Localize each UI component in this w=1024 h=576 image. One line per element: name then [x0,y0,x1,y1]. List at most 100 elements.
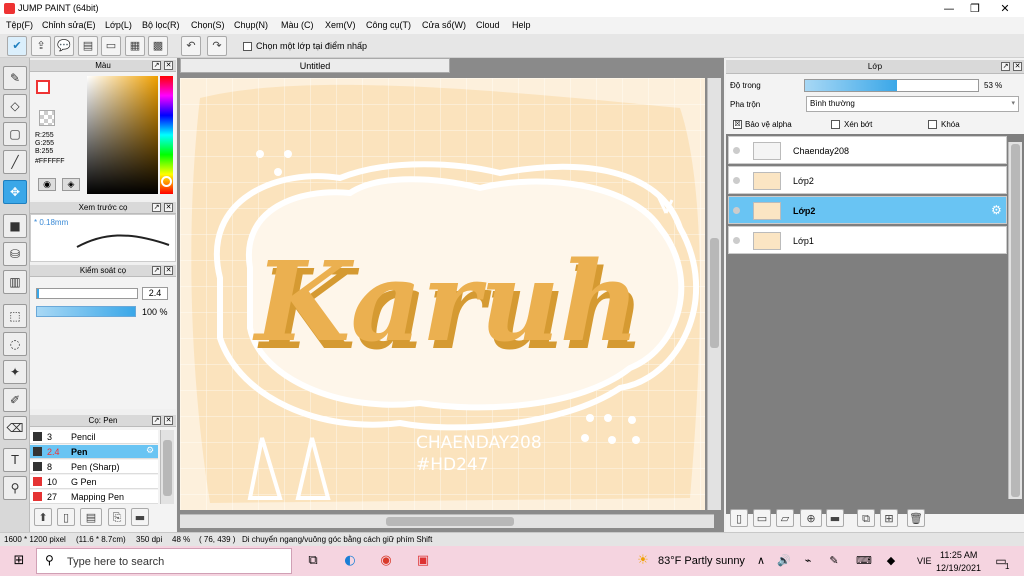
folder-icon[interactable]: ▬ [826,509,844,527]
undo-icon[interactable]: ↶ [181,36,201,56]
pen-icon[interactable]: ✎ [823,550,845,572]
fill-rect-tool-icon[interactable]: ■ [3,214,27,238]
layout-icon[interactable]: ▦ [125,36,145,56]
edge-icon[interactable]: ◐ [339,550,361,572]
maximize-button[interactable]: ❐ [960,0,990,17]
close-button[interactable]: ✕ [990,0,1020,17]
opacity-slider[interactable] [36,306,136,317]
select-eraser-tool-icon[interactable]: ⌫ [3,416,27,440]
weather-text[interactable]: 83°F Partly sunny [658,555,745,567]
magic-wand-tool-icon[interactable]: ✦ [3,360,27,384]
panel-close-icon[interactable]: ✕ [164,203,173,212]
color-picker-square[interactable] [87,76,158,194]
panel-close-icon[interactable]: ✕ [164,266,173,275]
blend-mode-select[interactable]: Bình thường ▾ [806,96,1019,112]
scroll-thumb[interactable] [710,238,719,348]
panel-close-icon[interactable]: ✕ [164,61,173,70]
canvas[interactable]: Karuh Karuh CHAENDAY208 #HD247 [180,78,705,510]
protect-alpha-checkbox[interactable]: ☒ [733,120,742,129]
clip-checkbox[interactable] [831,120,840,129]
size-slider[interactable] [36,288,138,299]
rectangle-tool-icon[interactable]: ▢ [3,122,27,146]
folder-icon[interactable]: ▬ [131,508,149,526]
brush-list-item[interactable]: 27 Mapping Pen [30,490,158,504]
layer-row[interactable]: Chaenday208 [728,136,1007,164]
network-icon[interactable]: ⌁ [797,550,819,572]
clock-time[interactable]: 11:25 AM [940,550,977,560]
windows-start-icon[interactable]: ⊞ [8,550,30,572]
select-rect-tool-icon[interactable]: ⬚ [3,304,27,328]
brush-list-scrollbar[interactable] [160,430,174,504]
chrome-icon[interactable]: ◉ [375,550,397,572]
bucket-tool-icon[interactable]: ⛁ [3,242,27,266]
scroll-thumb[interactable] [1011,144,1020,497]
menu-edit[interactable]: Chỉnh sửa(E) [42,20,96,30]
menu-color[interactable]: Màu (C) [281,20,314,30]
foreground-swatch[interactable] [36,80,50,94]
menu-capture[interactable]: Chụp(N) [234,20,268,30]
menu-layer[interactable]: Lớp(L) [105,20,132,30]
speaker-icon[interactable]: 🔊 [773,550,795,572]
keyboard-icon[interactable]: ⌨ [853,550,875,572]
task-view-icon[interactable]: ⧉ [302,550,324,572]
undock-icon[interactable]: ↗ [152,266,161,275]
chevron-up-icon[interactable]: ∧ [750,550,772,572]
visibility-icon[interactable] [733,147,740,154]
eraser-tool-icon[interactable]: ◇ [3,94,27,118]
new-layer-icon[interactable]: ▯ [730,509,748,527]
menu-tools[interactable]: Công cụ(T) [366,20,411,30]
brush-list-item[interactable]: 3 Pencil [30,430,158,444]
new-brush-icon[interactable]: ▯ [57,508,75,526]
undock-icon[interactable]: ↗ [152,416,161,425]
line-tool-icon[interactable]: ╱ [3,150,27,174]
duplicate-layer-icon[interactable]: ⧉ [857,509,875,527]
dropbox-icon[interactable]: ◆ [880,550,902,572]
layer-row[interactable]: Lớp2 ⚙ [728,196,1007,224]
visibility-icon[interactable] [733,237,740,244]
check-icon[interactable]: ✔ [7,36,27,56]
layer-row[interactable]: Lớp2 [728,166,1007,194]
add-brush-icon[interactable]: ⬆ [34,508,52,526]
clock-date[interactable]: 12/19/2021 [936,563,981,573]
text-tool-icon[interactable]: T [3,448,27,472]
share-icon[interactable]: ⇪ [31,36,51,56]
eyedropper-tool-icon[interactable]: ⚲ [3,476,27,500]
brush-tool-icon[interactable]: ✎ [3,66,27,90]
visibility-icon[interactable] [733,207,740,214]
jump-paint-icon[interactable]: ▣ [412,550,434,572]
eyedrop-icon[interactable]: ◈ [62,178,80,191]
scroll-thumb[interactable] [163,440,172,496]
menu-file[interactable]: Tệp(F) [6,20,33,30]
panel-close-icon[interactable]: ✕ [1013,62,1022,71]
scroll-thumb[interactable] [386,517,514,526]
menu-window[interactable]: Cửa sổ(W) [422,20,466,30]
undock-icon[interactable]: ↗ [152,203,161,212]
menu-select[interactable]: Chọn(S) [191,20,225,30]
canvas-vertical-scrollbar[interactable] [707,78,721,510]
menu-help[interactable]: Help [512,20,531,30]
lock-checkbox[interactable] [928,120,937,129]
layer-list-scrollbar[interactable] [1008,142,1022,499]
taskbar-search[interactable]: ⚲ Type here to search [36,548,292,574]
menu-view[interactable]: Xem(V) [325,20,356,30]
new-raster-layer-icon[interactable]: ▭ [753,509,771,527]
lasso-tool-icon[interactable]: ◌ [3,332,27,356]
message-icon[interactable]: ▤ [78,36,98,56]
delete-layer-icon[interactable]: 🗑 [907,509,925,527]
add-layer-menu-icon[interactable]: ⊕ [800,509,822,527]
menu-cloud[interactable]: Cloud [476,20,500,30]
merge-layer-icon[interactable]: ⊞ [880,509,898,527]
document-tab[interactable]: Untitled [180,58,450,73]
panel-close-icon[interactable]: ✕ [164,416,173,425]
layer-row[interactable]: Lớp1 [728,226,1007,254]
palette-icon[interactable]: ◉ [38,178,56,191]
move-tool-icon[interactable]: ✥ [3,180,27,204]
snap-checkbox[interactable] [243,42,252,51]
layer-opacity-slider[interactable] [804,79,979,92]
brush-list-item[interactable]: 8 Pen (Sharp) [30,460,158,474]
menu-filter[interactable]: Bộ lọc(R) [142,20,180,30]
size-value[interactable]: 2.4 [142,287,168,300]
brush-list-item[interactable]: 10 G Pen [30,475,158,489]
select-pen-tool-icon[interactable]: ✐ [3,388,27,412]
gradient-tool-icon[interactable]: ▥ [3,270,27,294]
